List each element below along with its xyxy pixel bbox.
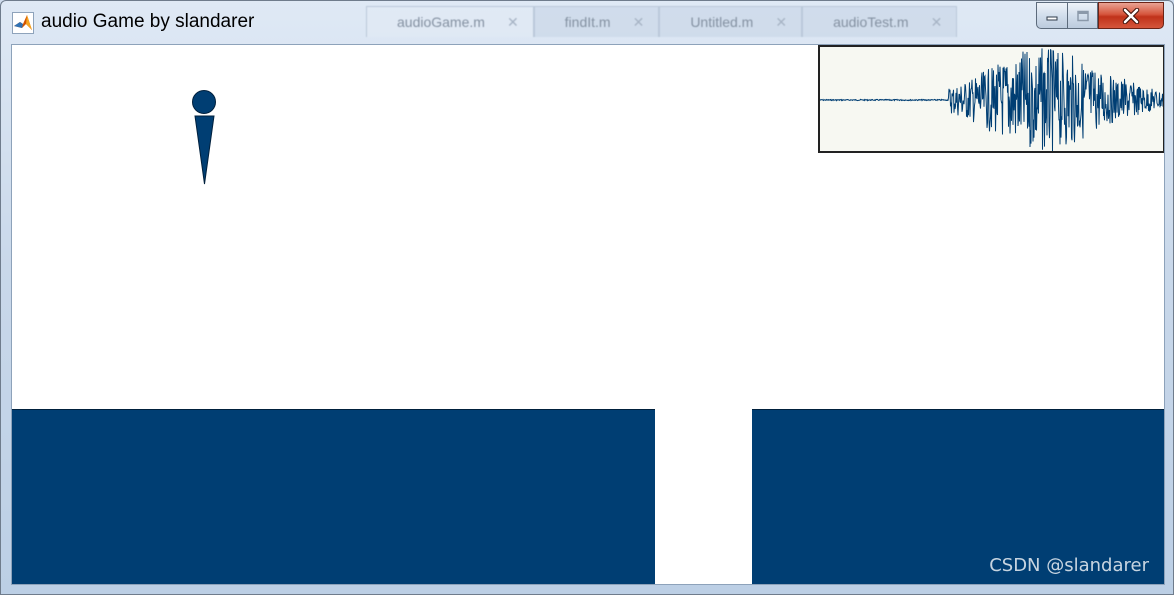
close-icon: ✕: [775, 13, 788, 30]
background-tab-label: audioTest.m: [833, 14, 909, 30]
player-character: [192, 90, 216, 185]
close-icon: ✕: [506, 13, 519, 30]
background-tab-label: audioGame.m: [397, 14, 485, 30]
maximize-button[interactable]: [1067, 2, 1098, 29]
player-head: [192, 90, 216, 114]
waveform-line: [820, 48, 1163, 151]
watermark: CSDN @slandarer: [989, 555, 1149, 576]
matlab-logo-icon[interactable]: [12, 12, 34, 34]
close-button[interactable]: [1098, 2, 1164, 29]
maximize-icon: [1076, 10, 1089, 21]
window-title: audio Game by slandarer: [41, 11, 255, 32]
minimize-icon: [1046, 16, 1058, 20]
background-tab: audioTest.m ✕: [802, 6, 958, 37]
minimize-button[interactable]: [1036, 2, 1067, 29]
close-icon: ✕: [632, 13, 645, 30]
background-tab: findIt.m ✕: [533, 6, 660, 37]
background-editor-tabs: audioGame.m ✕ findIt.m ✕ Untitled.m ✕ au…: [366, 3, 958, 39]
background-tab-label: Untitled.m: [690, 14, 754, 30]
close-icon: [1122, 7, 1140, 24]
game-window: audioGame.m ✕ findIt.m ✕ Untitled.m ✕ au…: [0, 0, 1174, 595]
player-body: [194, 115, 215, 185]
audio-waveform: [820, 48, 1163, 151]
game-canvas[interactable]: CSDN @slandarer: [11, 44, 1165, 585]
close-icon: ✕: [930, 13, 943, 30]
window-controls: [1036, 2, 1164, 29]
background-tab: audioGame.m ✕: [366, 6, 534, 37]
background-tab-label: findIt.m: [564, 14, 611, 30]
audio-waveform-panel: [818, 45, 1164, 153]
background-tab: Untitled.m ✕: [659, 6, 803, 37]
